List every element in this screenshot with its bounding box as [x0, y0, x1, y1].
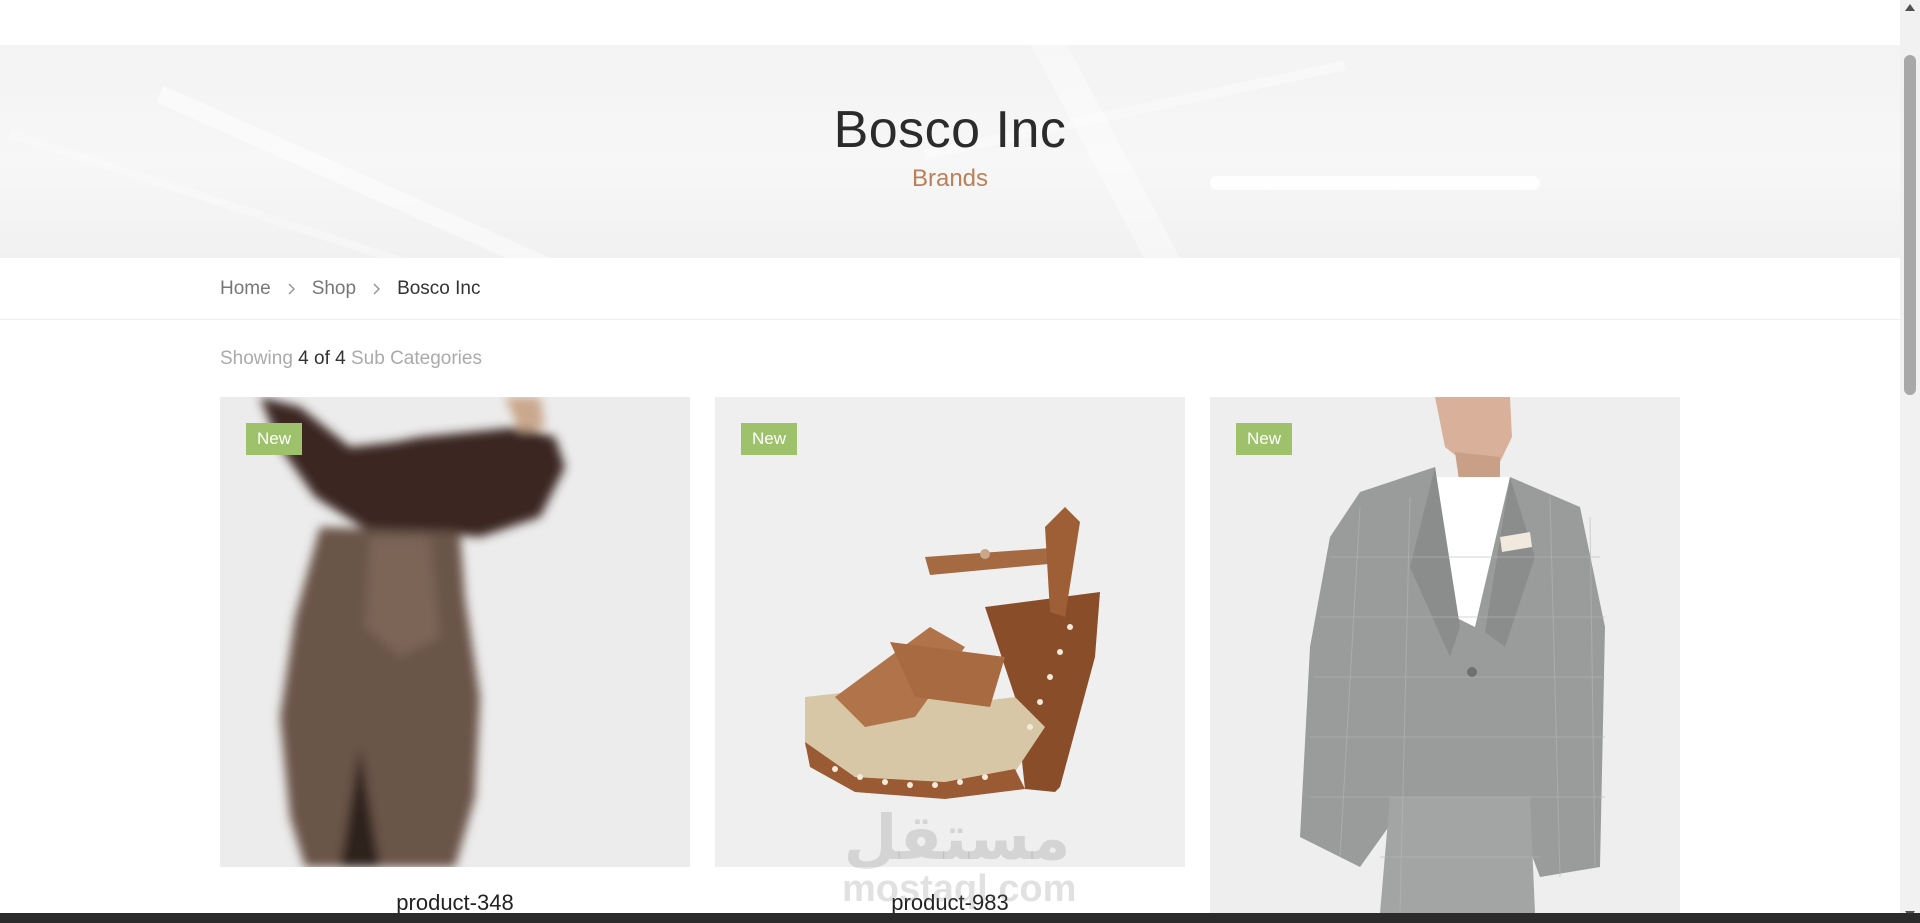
results-suffix: Sub Categories: [351, 348, 482, 369]
scroll-up-arrow-icon[interactable]: [1905, 4, 1915, 11]
scrollbar-thumb[interactable]: [1904, 55, 1916, 395]
taskbar-strip: [0, 913, 1920, 923]
vertical-scrollbar[interactable]: [1900, 0, 1920, 923]
page-subtitle: Brands: [911, 165, 989, 192]
breadcrumb-shop-link[interactable]: Shop: [312, 278, 356, 300]
new-badge: New: [741, 423, 797, 455]
chevron-right-icon: [372, 282, 381, 296]
product-image[interactable]: New: [220, 397, 690, 867]
breadcrumb-home-link[interactable]: Home: [220, 278, 271, 300]
breadcrumb-current: Bosco Inc: [397, 278, 481, 299]
page-title: Bosco Inc: [833, 101, 1067, 159]
results-prefix: Showing: [220, 348, 293, 369]
section-divider: [0, 319, 1900, 320]
top-header-bar: [0, 0, 1900, 45]
product-card[interactable]: New product-348: [220, 397, 690, 915]
model-dress-image: [220, 397, 690, 867]
wedge-sandal-image: [715, 397, 1185, 867]
breadcrumb: Home Shop Bosco Inc: [220, 277, 481, 301]
results-count: Showing 4 of 4 Sub Categories: [220, 348, 482, 370]
new-badge: New: [246, 423, 302, 455]
man-suit-image: [1210, 397, 1680, 913]
product-card[interactable]: New: [1210, 397, 1680, 913]
product-card[interactable]: New product-983: [715, 397, 1185, 915]
product-image[interactable]: New: [1210, 397, 1680, 913]
chevron-right-icon: [287, 282, 296, 296]
new-badge: New: [1236, 423, 1292, 455]
results-number: 4 of 4: [298, 348, 346, 369]
product-image[interactable]: New: [715, 397, 1185, 867]
